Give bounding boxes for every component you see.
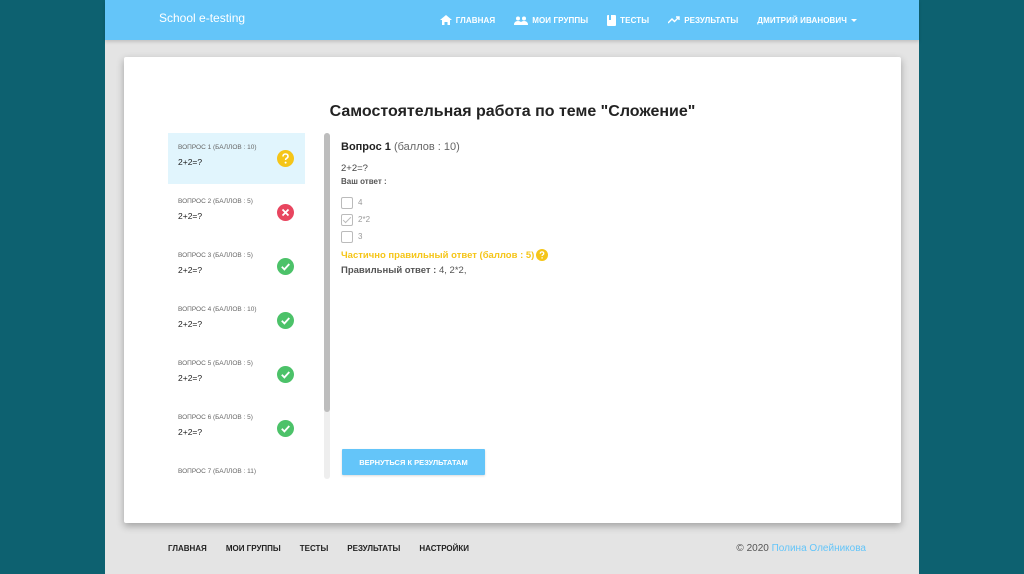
- question-text: 2+2=?: [178, 427, 203, 437]
- question-label: Вопрос 5 (баллов : 5): [178, 360, 253, 367]
- footer-link-groups[interactable]: Мои группы: [226, 544, 281, 553]
- question-mark-icon: [277, 150, 294, 167]
- option-checkbox[interactable]: [341, 230, 353, 243]
- book-icon: [607, 14, 617, 26]
- nav-menu: Главная Мои группы Тесты Результаты Дмит…: [421, 0, 857, 40]
- nav-home[interactable]: Главная: [439, 15, 496, 25]
- option-checkbox[interactable]: [341, 196, 353, 209]
- question-points: (баллов : 10): [393, 141, 460, 153]
- question-detail: Вопрос 1 (баллов : 10) 2+2=? Ваш ответ :…: [341, 141, 861, 276]
- question-label: Вопрос 3 (баллов : 5): [178, 252, 253, 259]
- question-label: Вопрос 1 (баллов : 10): [178, 144, 257, 151]
- question-text: 2+2=?: [178, 319, 203, 329]
- nav-results-label: Результаты: [684, 15, 739, 25]
- question-list-scrollbar[interactable]: [324, 133, 330, 479]
- nav-tests[interactable]: Тесты: [607, 14, 650, 26]
- brand-logo[interactable]: School e-testing: [159, 11, 245, 25]
- question-list: Вопрос 1 (баллов : 10) 2+2=? Вопрос 2 (б…: [168, 133, 331, 479]
- option-label: 4: [358, 198, 363, 207]
- question-text: 2+2=?: [178, 265, 203, 275]
- nav-groups-label: Мои группы: [532, 15, 589, 25]
- footer-link-settings[interactable]: Настройки: [419, 544, 469, 553]
- question-number: Вопрос 1: [341, 141, 391, 153]
- author-link[interactable]: Полина Олейникова: [772, 543, 866, 554]
- result-status-text: Частично правильный ответ (баллов : 5): [341, 249, 535, 261]
- check-icon: [277, 366, 294, 383]
- question-body: 2+2=?: [341, 163, 368, 174]
- answer-option: 2*2: [341, 211, 861, 228]
- test-result-card: Самостоятельная работа по теме "Сложение…: [124, 57, 901, 523]
- question-label: Вопрос 7 (баллов : 11): [178, 468, 257, 475]
- option-checkbox[interactable]: [341, 213, 353, 226]
- question-item[interactable]: Вопрос 3 (баллов : 5) 2+2=?: [168, 241, 305, 292]
- nav-tests-label: Тесты: [620, 15, 650, 25]
- chevron-down-icon: [851, 18, 857, 22]
- scrollbar-thumb[interactable]: [324, 133, 330, 412]
- footer-link-tests[interactable]: Тесты: [300, 544, 329, 553]
- copyright-text: © 2020: [736, 543, 769, 554]
- people-icon: [514, 16, 529, 25]
- question-label: Вопрос 4 (баллов : 10): [178, 306, 257, 313]
- question-item[interactable]: Вопрос 7 (баллов : 11): [168, 457, 305, 479]
- correct-answer-value: 4, 2*2,: [439, 265, 467, 276]
- answer-option: 3: [341, 228, 861, 245]
- footer-nav: Главная Мои группы Тесты Результаты Наст…: [168, 544, 488, 553]
- question-text: 2+2=?: [178, 211, 203, 221]
- trending-up-icon: [668, 16, 680, 24]
- question-label: Вопрос 6 (баллов : 5): [178, 414, 253, 421]
- result-status: Частично правильный ответ (баллов : 5): [341, 249, 861, 261]
- nav-results[interactable]: Результаты: [668, 16, 738, 25]
- question-item[interactable]: Вопрос 1 (баллов : 10) 2+2=?: [168, 133, 305, 184]
- wrong-icon: [277, 204, 294, 221]
- question-item[interactable]: Вопрос 6 (баллов : 5) 2+2=?: [168, 403, 305, 454]
- user-name: Дмитрий Иванович: [757, 15, 847, 25]
- answer-option: 4: [341, 194, 861, 211]
- option-label: 3: [358, 232, 363, 241]
- your-answer-label: Ваш ответ :: [341, 177, 387, 186]
- footer-link-home[interactable]: Главная: [168, 544, 207, 553]
- back-to-results-button[interactable]: Вернуться к результатам: [342, 449, 485, 475]
- correct-answer: Правильный ответ : 4, 2*2,: [341, 265, 861, 276]
- nav-home-label: Главная: [455, 15, 496, 25]
- check-icon: [277, 420, 294, 437]
- nav-groups[interactable]: Мои группы: [514, 16, 588, 25]
- check-icon: [277, 312, 294, 329]
- question-item[interactable]: Вопрос 4 (баллов : 10) 2+2=?: [168, 295, 305, 346]
- home-icon: [439, 15, 452, 25]
- question-text: 2+2=?: [178, 373, 203, 383]
- footer-link-results[interactable]: Результаты: [347, 544, 400, 553]
- check-icon: [277, 258, 294, 275]
- footer-copyright: © 2020 Полина Олейникова: [736, 543, 866, 554]
- question-text: 2+2=?: [178, 157, 203, 167]
- question-mark-icon: [536, 249, 549, 261]
- question-item[interactable]: Вопрос 2 (баллов : 5) 2+2=?: [168, 187, 305, 238]
- navbar: School e-testing Главная Мои группы Тест…: [105, 0, 919, 40]
- user-menu[interactable]: Дмитрий Иванович: [757, 16, 857, 25]
- question-item[interactable]: Вопрос 5 (баллов : 5) 2+2=?: [168, 349, 305, 400]
- answer-options: 4 2*2 3: [341, 194, 861, 245]
- question-label: Вопрос 2 (баллов : 5): [178, 198, 253, 205]
- page-title: Самостоятельная работа по теме "Сложение…: [329, 103, 696, 120]
- option-label: 2*2: [358, 215, 371, 224]
- question-detail-title: Вопрос 1 (баллов : 10): [341, 141, 861, 153]
- correct-answer-label: Правильный ответ :: [341, 265, 437, 276]
- page: School e-testing Главная Мои группы Тест…: [105, 0, 919, 574]
